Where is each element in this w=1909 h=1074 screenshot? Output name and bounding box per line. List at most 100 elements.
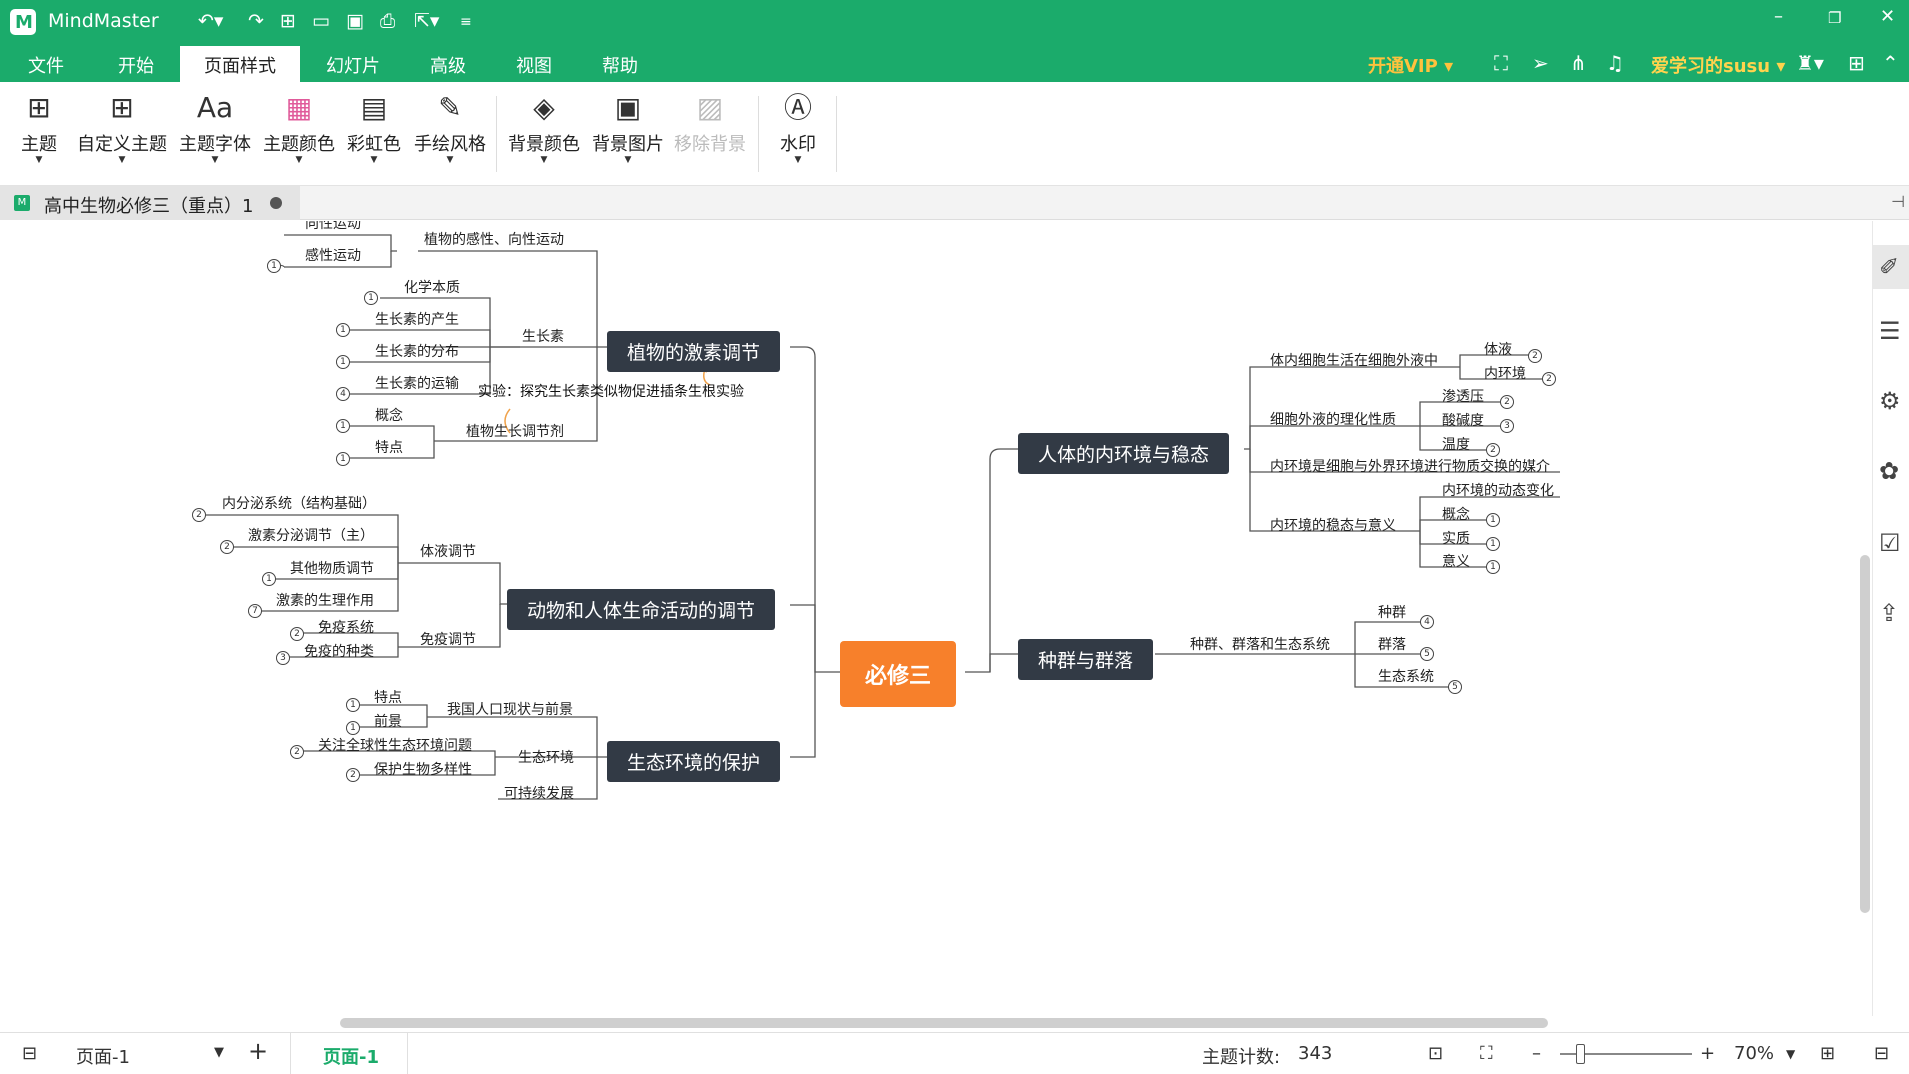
- count-badge[interactable]: 1: [336, 355, 350, 369]
- count-badge[interactable]: 1: [346, 721, 360, 735]
- subtopic[interactable]: 特点: [375, 437, 403, 457]
- redo-icon[interactable]: ↷: [248, 10, 264, 32]
- menu-start[interactable]: 开始: [118, 52, 154, 78]
- subtopic[interactable]: 生态环境: [518, 747, 574, 767]
- menu-advanced[interactable]: 高级: [430, 52, 466, 78]
- restore-icon[interactable]: ❐: [1828, 9, 1841, 27]
- subtopic[interactable]: 种群: [1378, 602, 1406, 622]
- count-badge[interactable]: 2: [192, 508, 206, 522]
- watermark-button[interactable]: Ⓐ 水印 ▼: [776, 88, 820, 165]
- count-badge[interactable]: 1: [336, 323, 350, 337]
- notification-bell-icon[interactable]: ♫: [1606, 51, 1624, 75]
- subtopic[interactable]: 可持续发展: [504, 783, 574, 803]
- count-badge[interactable]: 2: [1500, 395, 1514, 409]
- apps-icon[interactable]: ⊞: [1848, 51, 1865, 75]
- subtopic[interactable]: 激素分泌调节（主）: [248, 525, 374, 545]
- count-badge[interactable]: 2: [346, 768, 360, 782]
- subtopic[interactable]: 内环境: [1484, 363, 1526, 383]
- subtopic[interactable]: 关注全球性生态环境问题: [318, 735, 472, 755]
- subtopic[interactable]: 体液调节: [420, 541, 476, 561]
- subtopic[interactable]: 生长素的分布: [375, 341, 459, 361]
- count-badge[interactable]: 1: [1486, 537, 1500, 551]
- send-icon[interactable]: ➢: [1532, 51, 1549, 75]
- menu-page-style[interactable]: 页面样式: [180, 46, 300, 82]
- menu-slides[interactable]: 幻灯片: [326, 52, 380, 78]
- zoom-level[interactable]: 70%: [1734, 1043, 1774, 1064]
- main-topic-ecology-protection[interactable]: 生态环境的保护: [607, 741, 781, 782]
- share-icon[interactable]: ⋔: [1570, 51, 1587, 75]
- background-image-button[interactable]: ▣ 背景图片 ▼: [590, 88, 666, 165]
- skin-icon[interactable]: ♜▾: [1796, 51, 1824, 75]
- page-selector[interactable]: 页面-1 ▼: [70, 1039, 228, 1069]
- subtopic[interactable]: 生长素的运输: [375, 373, 459, 393]
- count-badge[interactable]: 1: [267, 259, 281, 273]
- fullscreen-icon[interactable]: ⛶: [1480, 1043, 1493, 1064]
- subtopic[interactable]: 概念: [1442, 504, 1470, 524]
- subtopic[interactable]: 生长素: [522, 326, 564, 346]
- subtopic[interactable]: 特点: [374, 687, 402, 707]
- format-brush-icon[interactable]: ✐: [1873, 245, 1909, 289]
- subtopic[interactable]: 体内细胞生活在细胞外液中: [1270, 350, 1438, 370]
- count-badge[interactable]: 4: [336, 387, 350, 401]
- count-badge[interactable]: 2: [1486, 443, 1500, 457]
- clover-icon[interactable]: ✿: [1879, 457, 1899, 485]
- count-badge[interactable]: 1: [364, 291, 378, 305]
- fullscreen-icon[interactable]: ⛶: [1494, 51, 1508, 75]
- add-page-icon[interactable]: +: [248, 1037, 268, 1065]
- vertical-scrollbar[interactable]: [1860, 555, 1870, 913]
- vip-button[interactable]: 开通VIP ▾: [1368, 52, 1453, 78]
- print-icon[interactable]: ⎙: [380, 10, 395, 32]
- count-badge[interactable]: 1: [1486, 560, 1500, 574]
- subtopic[interactable]: 向性运动: [305, 221, 361, 233]
- close-icon[interactable]: ✕: [1880, 6, 1895, 27]
- collapse-panel-icon[interactable]: ⊟: [1874, 1043, 1889, 1064]
- new-file-icon[interactable]: ⊞: [280, 10, 296, 32]
- subtopic[interactable]: 细胞外液的理化性质: [1270, 409, 1396, 429]
- theme-font-button[interactable]: Aa 主题字体 ▼: [178, 88, 252, 165]
- count-badge[interactable]: 2: [220, 540, 234, 554]
- menu-file[interactable]: 文件: [28, 52, 64, 78]
- task-icon[interactable]: ☑: [1879, 529, 1901, 557]
- count-badge[interactable]: 1: [346, 698, 360, 712]
- subtopic[interactable]: 免疫系统: [318, 617, 374, 637]
- count-badge[interactable]: 2: [290, 745, 304, 759]
- count-badge[interactable]: 1: [262, 572, 276, 586]
- count-badge[interactable]: 1: [336, 452, 350, 466]
- fit-window-icon[interactable]: ⊞: [1820, 1043, 1835, 1064]
- count-badge[interactable]: 2: [1542, 372, 1556, 386]
- zoom-out-icon[interactable]: –: [1532, 1043, 1541, 1064]
- zoom-dropdown-icon[interactable]: ▼: [1786, 1047, 1795, 1061]
- custom-theme-button[interactable]: ⊞ 自定义主题 ▼: [76, 88, 168, 165]
- count-badge[interactable]: 2: [1528, 349, 1542, 363]
- subtopic[interactable]: 化学本质: [404, 277, 460, 297]
- subtopic[interactable]: 免疫的种类: [304, 641, 374, 661]
- theme-color-button[interactable]: ▦ 主题颜色 ▼: [262, 88, 336, 165]
- main-topic-population-community[interactable]: 种群与群落: [1018, 639, 1154, 680]
- menu-help[interactable]: 帮助: [602, 52, 638, 78]
- subtopic[interactable]: 内环境的稳态与意义: [1270, 515, 1396, 535]
- count-badge[interactable]: 3: [1500, 419, 1514, 433]
- count-badge[interactable]: 5: [1420, 647, 1434, 661]
- subtopic[interactable]: 植物生长调节剂: [466, 421, 564, 441]
- zoom-slider-handle[interactable]: [1576, 1044, 1585, 1064]
- count-badge[interactable]: 2: [290, 627, 304, 641]
- clipart-icon[interactable]: ⚙: [1879, 387, 1901, 415]
- count-badge[interactable]: 1: [336, 419, 350, 433]
- subtopic[interactable]: 群落: [1378, 634, 1406, 654]
- subtopic[interactable]: 体液: [1484, 339, 1512, 359]
- subtopic[interactable]: 我国人口现状与前景: [447, 699, 573, 719]
- subtopic[interactable]: 植物的感性、向性运动: [424, 229, 564, 249]
- subtopic[interactable]: 生长素的产生: [375, 309, 459, 329]
- zoom-in-icon[interactable]: +: [1700, 1043, 1715, 1064]
- subtopic[interactable]: 保护生物多样性: [374, 759, 472, 779]
- theme-button[interactable]: ⊞ 主题 ▼: [18, 88, 60, 165]
- main-topic-internal-environment[interactable]: 人体的内环境与稳态: [1018, 433, 1230, 474]
- subtopic[interactable]: 免疫调节: [420, 629, 476, 649]
- menu-view[interactable]: 视图: [516, 52, 552, 78]
- subtopic[interactable]: 感性运动: [305, 245, 361, 265]
- count-badge[interactable]: 5: [1448, 680, 1462, 694]
- rainbow-button[interactable]: ▤ 彩虹色 ▼: [344, 88, 404, 165]
- subtopic[interactable]: 内环境的动态变化: [1442, 480, 1554, 500]
- subtopic[interactable]: 其他物质调节: [290, 558, 374, 578]
- subtopic[interactable]: 种群、群落和生态系统: [1190, 634, 1330, 654]
